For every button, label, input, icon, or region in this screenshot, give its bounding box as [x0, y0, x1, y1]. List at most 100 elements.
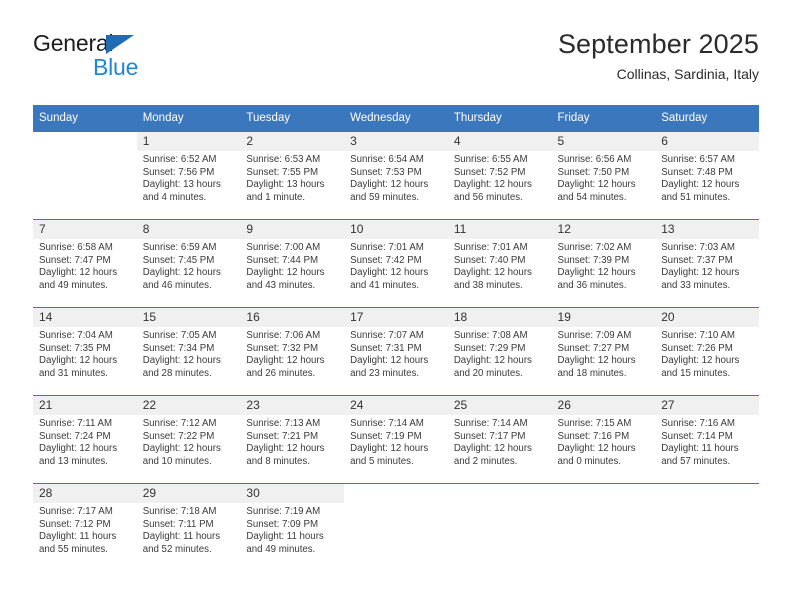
- day-sun-info: Sunrise: 6:54 AM Sunset: 7:53 PM Daylight:…: [344, 151, 448, 204]
- daylight-text-line2: and 33 minutes.: [661, 279, 731, 291]
- calendar-day-cell[interactable]: 13 Sunrise: 7:03 AM Sunset: 7:37 PM Dayligh…: [655, 220, 759, 307]
- daylight-text-line2: and 28 minutes.: [142, 367, 212, 379]
- sunset-text: Sunset: 7:31 PM: [350, 342, 422, 354]
- daylight-text-line1: Daylight: 12 hours: [39, 355, 118, 367]
- day-number: 6: [655, 132, 759, 151]
- day-sun-info: Sunrise: 7:15 AM Sunset: 7:16 PM Daylight:…: [552, 415, 656, 468]
- calendar-day-cell[interactable]: 23 Sunrise: 7:13 AM Sunset: 7:21 PM Dayligh…: [240, 396, 345, 483]
- daylight-text-line1: Daylight: 11 hours: [39, 531, 117, 543]
- sunset-text: Sunset: 7:42 PM: [350, 254, 422, 266]
- sunset-text: Sunset: 7:40 PM: [453, 254, 526, 266]
- daylight-text-line2: and 10 minutes.: [142, 455, 212, 467]
- day-sun-info: Sunrise: 6:58 AM Sunset: 7:47 PM Daylight:…: [33, 239, 137, 292]
- calendar-day-cell[interactable]: 15 Sunrise: 7:05 AM Sunset: 7:34 PM Dayligh…: [136, 308, 241, 395]
- daylight-text-line2: and 13 minutes.: [39, 455, 108, 467]
- day-number: 24: [344, 396, 448, 415]
- sunrise-text: Sunrise: 7:03 AM: [661, 242, 735, 253]
- sunset-text: Sunset: 7:48 PM: [661, 166, 733, 178]
- calendar-day-cell[interactable]: 3 Sunrise: 6:54 AM Sunset: 7:53 PM Daylight…: [344, 132, 448, 219]
- daylight-text-line2: and 5 minutes.: [350, 455, 414, 467]
- day-sun-info: Sunrise: 7:18 AM Sunset: 7:11 PM Daylight:…: [137, 503, 241, 556]
- sunset-text: Sunset: 7:24 PM: [39, 430, 111, 442]
- sunrise-text: Sunrise: 6:54 AM: [350, 154, 424, 165]
- calendar-day-cell[interactable]: 1 Sunrise: 6:52 AM Sunset: 7:56 PM Daylight…: [136, 132, 241, 219]
- sunset-text: Sunset: 7:21 PM: [246, 430, 319, 442]
- calendar-day-cell[interactable]: 22 Sunrise: 7:12 AM Sunset: 7:22 PM Dayligh…: [136, 396, 241, 483]
- calendar-day-cell[interactable]: 20 Sunrise: 7:10 AM Sunset: 7:26 PM Dayligh…: [655, 308, 759, 395]
- sunset-text: Sunset: 7:50 PM: [557, 166, 630, 178]
- sunrise-text: Sunrise: 6:59 AM: [142, 242, 217, 253]
- daylight-text-line1: Daylight: 12 hours: [246, 267, 325, 279]
- calendar-day-cell[interactable]: 10 Sunrise: 7:01 AM Sunset: 7:42 PM Dayligh…: [344, 220, 448, 307]
- calendar-day-cell-empty: [33, 132, 137, 219]
- calendar-day-cell[interactable]: 2 Sunrise: 6:53 AM Sunset: 7:55 PM Daylight…: [240, 132, 345, 219]
- calendar-day-cell[interactable]: 14 Sunrise: 7:04 AM Sunset: 7:35 PM Dayligh…: [33, 308, 137, 395]
- calendar-day-cell[interactable]: 8 Sunrise: 6:59 AM Sunset: 7:45 PM Daylight…: [136, 220, 241, 307]
- daylight-text-line2: and 54 minutes.: [557, 191, 627, 203]
- day-sun-info: Sunrise: 7:01 AM Sunset: 7:40 PM Daylight:…: [448, 239, 552, 292]
- calendar-day-cell[interactable]: 5 Sunrise: 6:56 AM Sunset: 7:50 PM Daylight…: [551, 132, 656, 219]
- calendar-day-cell[interactable]: 19 Sunrise: 7:09 AM Sunset: 7:27 PM Dayligh…: [551, 308, 656, 395]
- calendar-day-cell[interactable]: 28 Sunrise: 7:17 AM Sunset: 7:12 PM Dayligh…: [33, 484, 137, 571]
- calendar-day-cell[interactable]: 30 Sunrise: 7:19 AM Sunset: 7:09 PM Dayligh…: [240, 484, 345, 571]
- daylight-text-line1: Daylight: 12 hours: [39, 443, 118, 455]
- day-number: [552, 484, 656, 503]
- day-number: [344, 484, 448, 503]
- sunset-text: Sunset: 7:14 PM: [661, 430, 733, 442]
- daylight-text-line2: and 18 minutes.: [557, 367, 627, 379]
- calendar-day-cell[interactable]: 21 Sunrise: 7:11 AM Sunset: 7:24 PM Dayligh…: [33, 396, 137, 483]
- calendar-day-cell[interactable]: 4 Sunrise: 6:55 AM Sunset: 7:52 PM Daylight…: [447, 132, 552, 219]
- calendar-day-cell[interactable]: 12 Sunrise: 7:02 AM Sunset: 7:39 PM Dayligh…: [551, 220, 656, 307]
- sunset-text: Sunset: 7:56 PM: [142, 166, 215, 178]
- day-sun-info: Sunrise: 6:57 AM Sunset: 7:48 PM Daylight:…: [655, 151, 759, 204]
- sunrise-text: Sunrise: 6:56 AM: [557, 154, 632, 165]
- calendar-day-cell[interactable]: 6 Sunrise: 6:57 AM Sunset: 7:48 PM Daylight…: [655, 132, 759, 219]
- calendar-day-cell[interactable]: 29 Sunrise: 7:18 AM Sunset: 7:11 PM Dayligh…: [136, 484, 241, 571]
- daylight-text-line2: and 49 minutes.: [246, 543, 316, 555]
- calendar-day-cell[interactable]: 9 Sunrise: 7:00 AM Sunset: 7:44 PM Daylight…: [240, 220, 345, 307]
- daylight-text-line1: Daylight: 12 hours: [557, 267, 636, 279]
- daylight-text-line1: Daylight: 12 hours: [557, 443, 636, 455]
- daylight-text-line1: Daylight: 12 hours: [39, 267, 118, 279]
- sunrise-text: Sunrise: 7:00 AM: [246, 242, 321, 253]
- day-number: 19: [551, 308, 656, 327]
- day-number: 21: [33, 396, 137, 415]
- sunrise-text: Sunrise: 7:14 AM: [453, 418, 528, 429]
- sunrise-text: Sunrise: 7:14 AM: [350, 418, 424, 429]
- calendar-day-cell[interactable]: 24 Sunrise: 7:14 AM Sunset: 7:19 PM Dayligh…: [344, 396, 448, 483]
- day-number: 2: [240, 132, 345, 151]
- sunrise-text: Sunrise: 6:55 AM: [453, 154, 528, 165]
- day-number: 1: [136, 132, 241, 151]
- calendar-day-cell[interactable]: 27 Sunrise: 7:16 AM Sunset: 7:14 PM Dayligh…: [655, 396, 759, 483]
- month-calendar: Sunday Monday Tuesday Wednesday Thursday Frid…: [33, 105, 759, 571]
- daylight-text-line1: Daylight: 12 hours: [350, 443, 429, 455]
- daylight-text-line1: Daylight: 12 hours: [557, 179, 636, 191]
- calendar-day-cell[interactable]: 26 Sunrise: 7:15 AM Sunset: 7:16 PM Dayligh…: [551, 396, 656, 483]
- calendar-day-cell[interactable]: 18 Sunrise: 7:08 AM Sunset: 7:29 PM Dayligh…: [447, 308, 552, 395]
- day-number: 10: [344, 220, 448, 239]
- calendar-page: General Blue September 2025 Collinas, Sa…: [0, 0, 792, 612]
- daylight-text-line1: Daylight: 12 hours: [350, 179, 429, 191]
- daylight-text-line2: and 41 minutes.: [350, 279, 420, 291]
- calendar-day-cell[interactable]: 16 Sunrise: 7:06 AM Sunset: 7:32 PM Dayligh…: [240, 308, 345, 395]
- sunrise-text: Sunrise: 7:13 AM: [246, 418, 321, 429]
- calendar-day-cell[interactable]: 25 Sunrise: 7:14 AM Sunset: 7:17 PM Dayligh…: [447, 396, 552, 483]
- day-sun-info: Sunrise: 6:52 AM Sunset: 7:56 PM Daylight:…: [137, 151, 241, 204]
- daylight-text-line2: and 31 minutes.: [39, 367, 108, 379]
- day-number: [33, 132, 137, 151]
- daylight-text-line1: Daylight: 13 hours: [142, 179, 221, 191]
- day-sun-info: Sunrise: 7:09 AM Sunset: 7:27 PM Daylight:…: [552, 327, 656, 380]
- calendar-day-cell[interactable]: 11 Sunrise: 7:01 AM Sunset: 7:40 PM Dayligh…: [447, 220, 552, 307]
- calendar-day-cell[interactable]: 7 Sunrise: 6:58 AM Sunset: 7:47 PM Daylight…: [33, 220, 137, 307]
- daylight-text-line1: Daylight: 12 hours: [453, 443, 532, 455]
- daylight-text-line2: and 2 minutes.: [453, 455, 518, 467]
- daylight-text-line1: Daylight: 12 hours: [350, 355, 429, 367]
- calendar-day-cell[interactable]: 17 Sunrise: 7:07 AM Sunset: 7:31 PM Dayligh…: [344, 308, 448, 395]
- calendar-body: 1 Sunrise: 6:52 AM Sunset: 7:56 PM Daylight…: [33, 132, 759, 571]
- sunrise-text: Sunrise: 7:01 AM: [453, 242, 528, 253]
- sunset-text: Sunset: 7:26 PM: [661, 342, 733, 354]
- calendar-week-row: 7 Sunrise: 6:58 AM Sunset: 7:47 PM Daylight…: [33, 219, 759, 308]
- page-title: September 2025: [557, 29, 759, 59]
- day-sun-info: Sunrise: 6:53 AM Sunset: 7:55 PM Daylight:…: [240, 151, 344, 204]
- sunrise-text: Sunrise: 7:02 AM: [557, 242, 632, 253]
